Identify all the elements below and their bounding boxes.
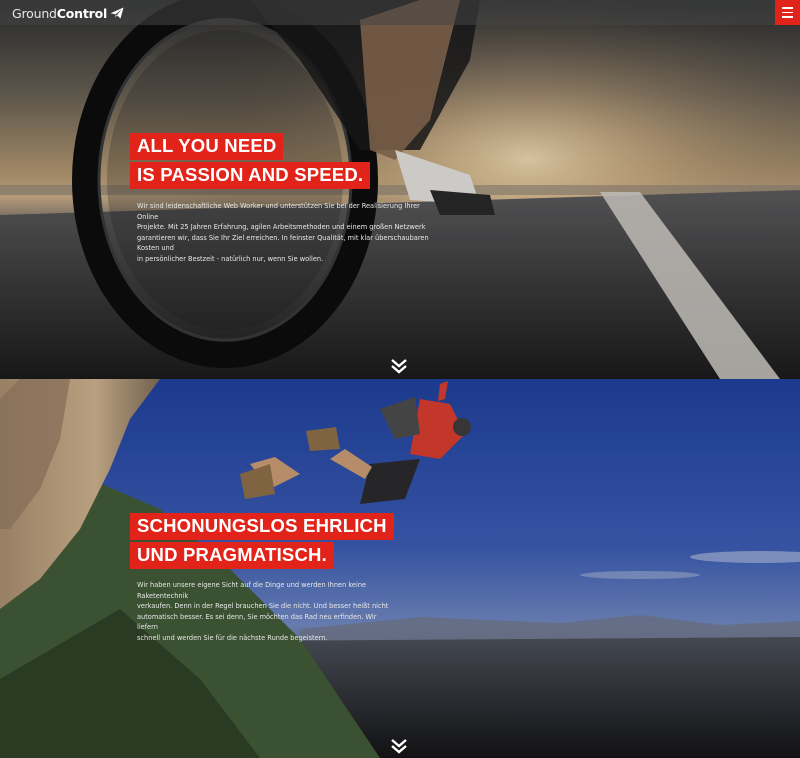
headline-line-1: SCHONUNGSLOS EHRLICH: [130, 513, 394, 540]
logo-text-bold: Control: [56, 5, 108, 21]
double-chevron-down-icon: [391, 359, 407, 374]
cyclist-background-image: [0, 0, 800, 379]
scroll-down-button[interactable]: [390, 358, 408, 374]
headline-line-1: ALL YOU NEED: [130, 133, 284, 160]
hamburger-menu-button[interactable]: [775, 0, 800, 25]
intro-paragraph: Wir haben unsere eigene Sicht auf die Di…: [137, 580, 397, 644]
hero-section-speed: ALL YOU NEED IS PASSION AND SPEED. Wir s…: [0, 0, 800, 379]
paragraph-line: verkaufen. Denn in der Regel brauchen Si…: [137, 602, 389, 611]
headline-line-2: UND PRAGMATISCH.: [130, 542, 334, 569]
hero-section-honesty: SCHONUNGSLOS EHRLICH UND PRAGMATISCH. Wi…: [0, 379, 800, 758]
base-jumper-background-image: [0, 379, 800, 758]
double-chevron-down-icon: [391, 739, 407, 754]
paragraph-line: Projekte. Mit 25 Jahren Erfahrung, agile…: [137, 223, 426, 232]
paragraph-line: in persönlicher Bestzeit - natürlich nur…: [137, 254, 324, 263]
paragraph-line: Wir haben unsere eigene Sicht auf die Di…: [137, 581, 367, 600]
intro-paragraph: Wir sind leidenschaftliche Web Worker un…: [137, 201, 437, 265]
paper-plane-icon: [110, 7, 124, 19]
paragraph-line: schnell und werden Sie für die nächste R…: [137, 633, 328, 642]
scroll-down-button[interactable]: [390, 738, 408, 754]
top-navigation-bar: Ground Control: [0, 0, 800, 25]
hero-headline: SCHONUNGSLOS EHRLICH UND PRAGMATISCH.: [130, 513, 394, 571]
paragraph-line: automatisch besser. Es sei denn, Sie möc…: [137, 612, 377, 632]
logo-text-light: Ground: [12, 5, 57, 21]
paragraph-line: Wir sind leidenschaftliche Web Worker un…: [137, 202, 420, 221]
paragraph-line: garantieren wir, dass Sie Ihr Ziel errei…: [137, 233, 429, 253]
hero-headline: ALL YOU NEED IS PASSION AND SPEED.: [130, 133, 371, 191]
hamburger-menu-icon: [782, 7, 793, 9]
headline-line-2: IS PASSION AND SPEED.: [130, 162, 371, 189]
groundcontrol-logo[interactable]: Ground Control: [12, 5, 124, 21]
